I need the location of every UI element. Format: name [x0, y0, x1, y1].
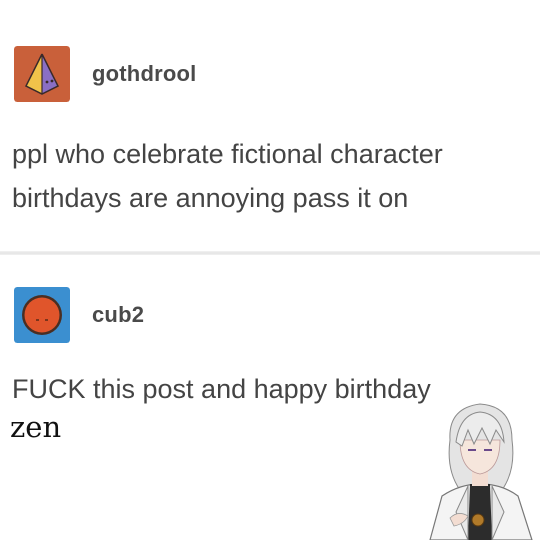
- username[interactable]: gothdrool: [92, 61, 196, 87]
- anime-character-sticker-icon: [429, 403, 533, 540]
- post-gothdrool: gothdrool ppl who celebrate fictional ch…: [0, 0, 540, 252]
- caption-text: zen: [10, 410, 62, 444]
- post-header: gothdrool: [14, 46, 196, 102]
- post-header: cub2: [14, 287, 144, 343]
- post-text: ppl who celebrate fictional character bi…: [12, 139, 443, 213]
- orange-circle-face-icon[interactable]: [14, 287, 70, 343]
- username[interactable]: cub2: [92, 302, 144, 328]
- pyramid-icon[interactable]: [14, 46, 70, 102]
